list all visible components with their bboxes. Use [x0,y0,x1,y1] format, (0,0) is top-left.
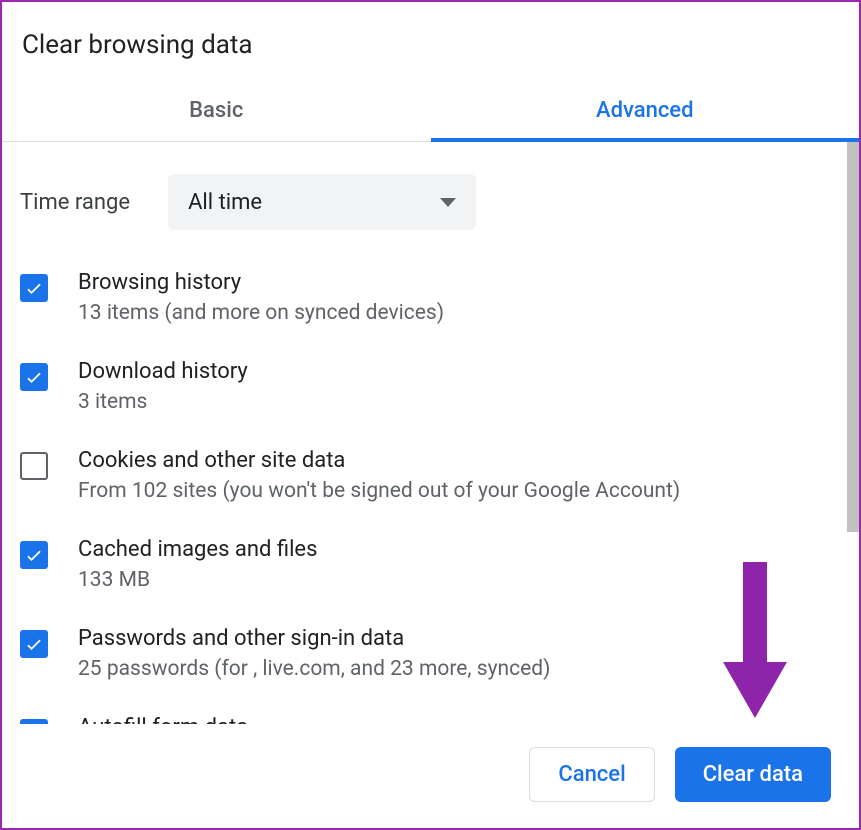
list-item: Cached images and files 133 MB [20,537,841,592]
item-subtitle: 3 items [78,390,841,414]
item-subtitle: From 102 sites (you won't be signed out … [78,479,841,503]
list-item: Passwords and other sign-in data 25 passw… [20,626,841,681]
list-item: Autofill form data [20,715,841,724]
list-item: Cookies and other site data From 102 site… [20,448,841,503]
item-title: Cached images and files [78,537,841,562]
time-range-value: All time [188,190,262,215]
dialog-title: Clear browsing data [2,2,859,84]
item-title: Cookies and other site data [78,448,841,473]
checkbox[interactable] [20,719,48,724]
checkbox[interactable] [20,541,48,569]
item-title: Passwords and other sign-in data [78,626,841,651]
tab-advanced[interactable]: Advanced [431,84,860,141]
item-title: Browsing history [78,270,841,295]
dialog-footer: Cancel Clear data [2,724,859,828]
item-subtitle: 133 MB [78,568,841,592]
chevron-down-icon [440,198,456,207]
item-subtitle: 25 passwords (for , live.com, and 23 mor… [78,657,841,681]
tab-bar: Basic Advanced [2,84,859,142]
checkbox[interactable] [20,630,48,658]
item-title: Download history [78,359,841,384]
checkbox[interactable] [20,274,48,302]
item-subtitle: 13 items (and more on synced devices) [78,301,841,325]
tab-basic[interactable]: Basic [2,84,431,141]
checkbox[interactable] [20,452,48,480]
item-title: Autofill form data [78,715,841,724]
clear-data-button[interactable]: Clear data [675,747,831,802]
list-item: Browsing history 13 items (and more on sy… [20,270,841,325]
time-range-label: Time range [20,190,130,215]
scroll-area: Time range All time Browsing history 13 i… [2,142,859,724]
checkbox[interactable] [20,363,48,391]
cancel-button[interactable]: Cancel [529,747,654,802]
time-range-select[interactable]: All time [168,174,476,230]
scrollbar[interactable] [847,142,859,532]
list-item: Download history 3 items [20,359,841,414]
